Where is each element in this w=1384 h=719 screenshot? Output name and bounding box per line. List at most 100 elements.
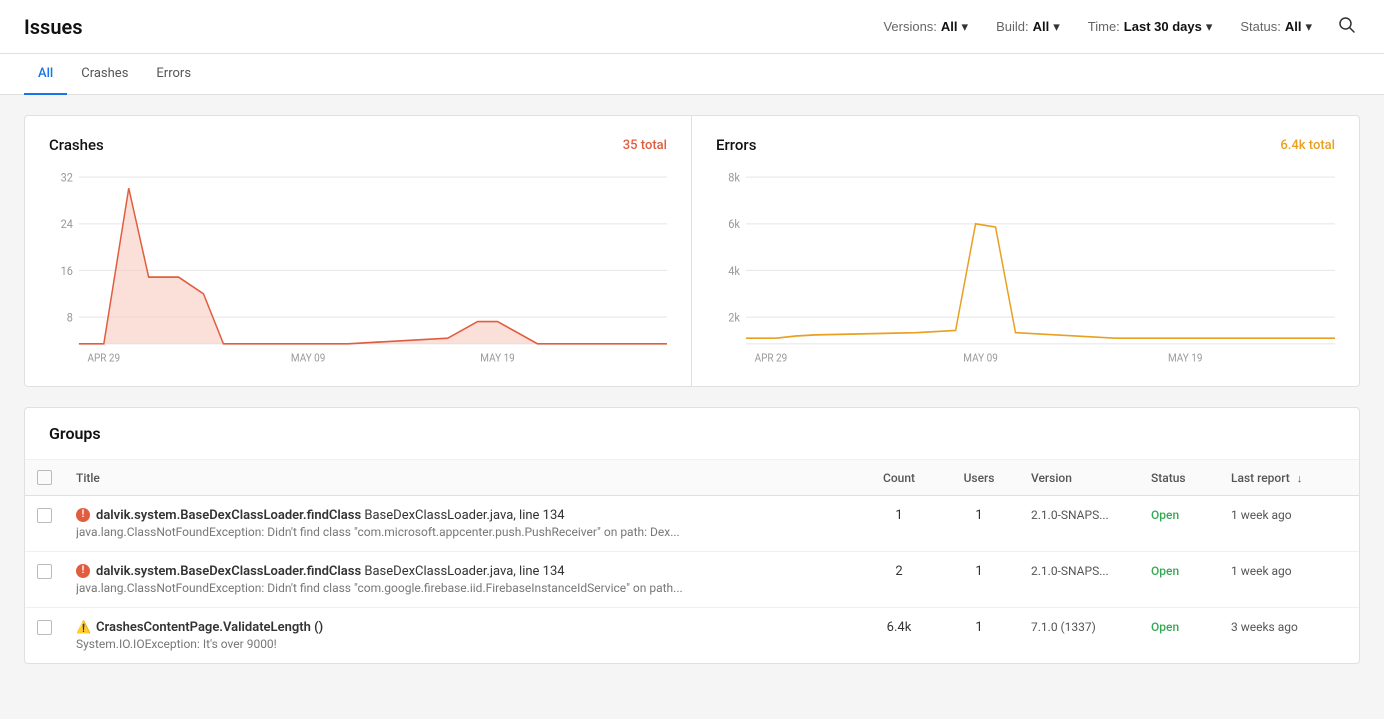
tab-errors[interactable]: Errors: [142, 54, 205, 95]
tab-all[interactable]: All: [24, 54, 67, 95]
table-row: ! dalvik.system.BaseDexClassLoader.findC…: [25, 496, 1359, 552]
row1-checkbox[interactable]: [37, 508, 52, 523]
crash-icon: !: [76, 564, 90, 578]
row3-title-row: ⚠️ CrashesContentPage.ValidateLength (): [76, 620, 847, 635]
crash-icon: !: [76, 508, 90, 522]
errors-chart-title: Errors: [716, 136, 756, 154]
row3-checkbox[interactable]: [37, 620, 52, 635]
row2-last-report: 1 week ago: [1219, 552, 1359, 608]
row2-method[interactable]: dalvik.system.BaseDexClassLoader.findCla…: [96, 564, 361, 579]
crashes-chart-panel: Crashes 35 total 32 24 16 8: [25, 116, 692, 386]
time-label: Time:: [1088, 19, 1120, 34]
row1-method[interactable]: dalvik.system.BaseDexClassLoader.findCla…: [96, 508, 361, 523]
th-version: Version: [1019, 460, 1139, 496]
svg-text:2k: 2k: [728, 310, 740, 325]
page-title: Issues: [24, 15, 83, 39]
chevron-down-icon: ▾: [1053, 19, 1060, 35]
table-row: ⚠️ CrashesContentPage.ValidateLength () …: [25, 608, 1359, 664]
search-icon: [1338, 16, 1356, 34]
th-title: Title: [64, 460, 859, 496]
row2-file: BaseDexClassLoader.java, line 134: [364, 564, 564, 579]
row1-last-report: 1 week ago: [1219, 496, 1359, 552]
row1-title-cell: ! dalvik.system.BaseDexClassLoader.findC…: [64, 496, 859, 552]
versions-filter[interactable]: Versions: All ▾: [877, 15, 974, 39]
svg-text:4k: 4k: [728, 263, 740, 278]
chevron-down-icon: ▾: [1305, 19, 1312, 35]
row1-file: BaseDexClassLoader.java, line 134: [364, 508, 564, 523]
row1-detail: java.lang.ClassNotFoundException: Didn't…: [76, 525, 726, 539]
crashes-chart-svg: 32 24 16 8 APR 29 MAY 09 MAY 19: [49, 166, 667, 366]
crashes-chart-title: Crashes: [49, 136, 104, 154]
status-filter[interactable]: Status: All ▾: [1234, 15, 1318, 39]
svg-text:6k: 6k: [728, 217, 740, 232]
svg-text:24: 24: [61, 217, 74, 232]
build-value: All: [1033, 19, 1050, 34]
th-checkbox: [25, 460, 64, 496]
svg-text:16: 16: [61, 263, 73, 278]
row1-users: 1: [939, 496, 1019, 552]
th-last-report[interactable]: Last report ↓: [1219, 460, 1359, 496]
table-body: ! dalvik.system.BaseDexClassLoader.findC…: [25, 496, 1359, 664]
svg-text:MAY 19: MAY 19: [1168, 351, 1203, 365]
row2-detail: java.lang.ClassNotFoundException: Didn't…: [76, 581, 726, 595]
row3-check-cell: [25, 608, 64, 664]
row3-detail: System.IO.IOException: It's over 9000!: [76, 637, 726, 651]
row1-count: 1: [859, 496, 939, 552]
errors-chart-svg: 8k 6k 4k 2k APR 29 MAY 09 MAY 19: [716, 166, 1335, 366]
build-filter[interactable]: Build: All ▾: [990, 15, 1066, 39]
groups-section: Groups Title Count Users Version Status …: [24, 407, 1360, 664]
row2-title-cell: ! dalvik.system.BaseDexClassLoader.findC…: [64, 552, 859, 608]
groups-title: Groups: [25, 408, 1359, 460]
errors-total: 6.4k total: [1280, 138, 1335, 153]
errors-chart-header: Errors 6.4k total: [716, 136, 1335, 154]
svg-text:8k: 8k: [728, 170, 740, 185]
row2-users: 1: [939, 552, 1019, 608]
issues-table: Title Count Users Version Status Last re…: [25, 460, 1359, 663]
page-header: Issues Versions: All ▾ Build: All ▾ Time…: [0, 0, 1384, 54]
select-all-checkbox[interactable]: [37, 470, 52, 485]
table-header-row: Title Count Users Version Status Last re…: [25, 460, 1359, 496]
header-controls: Versions: All ▾ Build: All ▾ Time: Last …: [877, 12, 1360, 41]
sort-arrow-icon: ↓: [1297, 472, 1303, 485]
row3-title-cell: ⚠️ CrashesContentPage.ValidateLength () …: [64, 608, 859, 664]
chevron-down-icon: ▾: [1206, 19, 1213, 35]
row1-title-row: ! dalvik.system.BaseDexClassLoader.findC…: [76, 508, 847, 523]
time-filter[interactable]: Time: Last 30 days ▾: [1082, 15, 1219, 39]
svg-text:MAY 09: MAY 09: [963, 351, 998, 365]
th-status: Status: [1139, 460, 1219, 496]
row3-status: Open: [1139, 608, 1219, 664]
row2-title-row: ! dalvik.system.BaseDexClassLoader.findC…: [76, 564, 847, 579]
svg-text:32: 32: [61, 170, 74, 185]
row1-status: Open: [1139, 496, 1219, 552]
versions-value: All: [941, 19, 958, 34]
th-count: Count: [859, 460, 939, 496]
row2-check-cell: [25, 552, 64, 608]
row2-checkbox[interactable]: [37, 564, 52, 579]
row3-count: 6.4k: [859, 608, 939, 664]
versions-label: Versions:: [883, 19, 936, 34]
svg-text:APR 29: APR 29: [88, 351, 121, 365]
status-label: Status:: [1240, 19, 1280, 34]
svg-text:APR 29: APR 29: [755, 351, 788, 365]
row2-status: Open: [1139, 552, 1219, 608]
row3-last-report: 3 weeks ago: [1219, 608, 1359, 664]
tabs-bar: All Crashes Errors: [0, 54, 1384, 95]
svg-text:8: 8: [67, 310, 73, 325]
svg-text:MAY 09: MAY 09: [291, 351, 326, 365]
row3-method[interactable]: CrashesContentPage.ValidateLength (): [96, 620, 323, 635]
row1-version: 2.1.0-SNAPS...: [1019, 496, 1139, 552]
svg-text:MAY 19: MAY 19: [480, 351, 515, 365]
crashes-total: 35 total: [623, 138, 667, 153]
row3-users: 1: [939, 608, 1019, 664]
tab-crashes[interactable]: Crashes: [67, 54, 142, 95]
status-value: All: [1285, 19, 1302, 34]
th-users: Users: [939, 460, 1019, 496]
errors-chart-panel: Errors 6.4k total 8k 6k 4k 2k: [692, 116, 1359, 386]
build-label: Build:: [996, 19, 1029, 34]
table-row: ! dalvik.system.BaseDexClassLoader.findC…: [25, 552, 1359, 608]
search-button[interactable]: [1334, 12, 1360, 41]
errors-chart-area: 8k 6k 4k 2k APR 29 MAY 09 MAY 19: [716, 166, 1335, 366]
chevron-down-icon: ▾: [962, 19, 969, 35]
row2-count: 2: [859, 552, 939, 608]
warning-icon: ⚠️: [76, 620, 90, 634]
